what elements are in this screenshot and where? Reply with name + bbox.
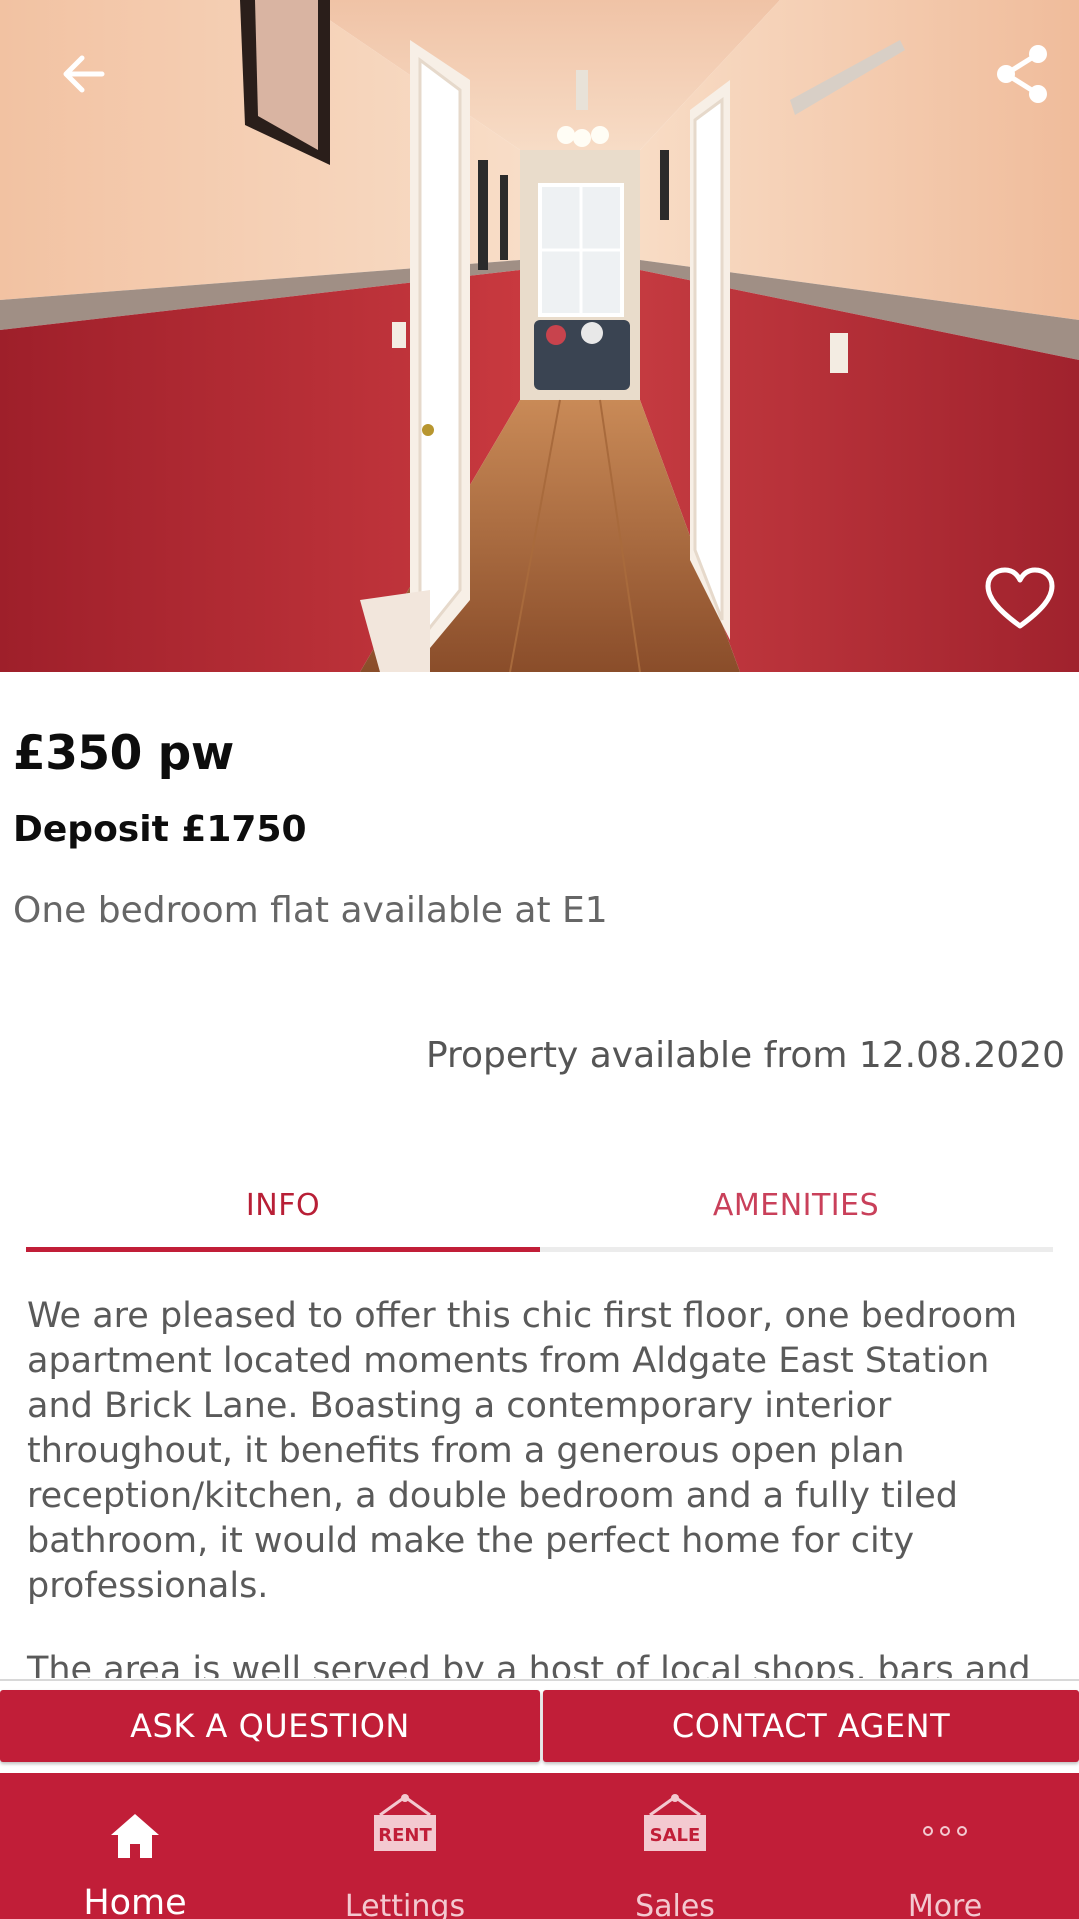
tab-info[interactable]: INFO [26,1163,540,1247]
detail-tabs: INFO AMENITIES [26,1163,1053,1253]
nav-sales-label: Sales [635,1889,715,1919]
share-icon [997,45,1047,103]
listing-summary: One bedroom flat available at E1 [13,890,608,931]
favorite-button[interactable] [972,550,1068,646]
nav-sales[interactable]: SALE Sales [540,1773,810,1919]
tab-active-indicator [26,1247,540,1252]
nav-home[interactable]: Home [0,1773,270,1919]
nav-more[interactable]: More [810,1773,1079,1919]
nav-lettings[interactable]: RENT Lettings [270,1773,540,1919]
sale-sign-icon: SALE [540,1793,810,1863]
availability-date: Property available from 12.08.2020 [425,1035,1065,1076]
ask-question-button[interactable]: ASK A QUESTION [0,1690,540,1762]
bottom-nav: Home RENT Lettings SALE Sales More [0,1773,1079,1919]
description-paragraph: The area is well served by a host of loc… [27,1650,1031,1678]
rent-sign-icon: RENT [270,1793,540,1863]
heart-icon [985,567,1055,629]
home-icon [0,1811,270,1861]
hallway-photo [0,0,1079,672]
back-arrow-icon [63,55,105,93]
property-photo[interactable] [0,0,1079,672]
divider [0,1679,1079,1681]
more-dots-icon [810,1823,1079,1839]
nav-more-label: More [907,1889,983,1919]
svg-text:RENT: RENT [378,1825,432,1846]
description-paragraph: We are pleased to offer this chic first … [27,1296,1018,1606]
deposit: Deposit £1750 [13,809,307,850]
svg-text:SALE: SALE [650,1825,701,1846]
nav-home-label: Home [83,1883,187,1919]
share-button[interactable] [982,34,1062,114]
nav-lettings-label: Lettings [344,1889,466,1919]
back-button[interactable] [44,34,124,114]
tab-amenities[interactable]: AMENITIES [539,1163,1053,1247]
contact-agent-button[interactable]: CONTACT AGENT [543,1690,1079,1762]
price: £350 pw [13,726,234,781]
description-scroll[interactable]: We are pleased to offer this chic first … [0,1288,1079,1678]
